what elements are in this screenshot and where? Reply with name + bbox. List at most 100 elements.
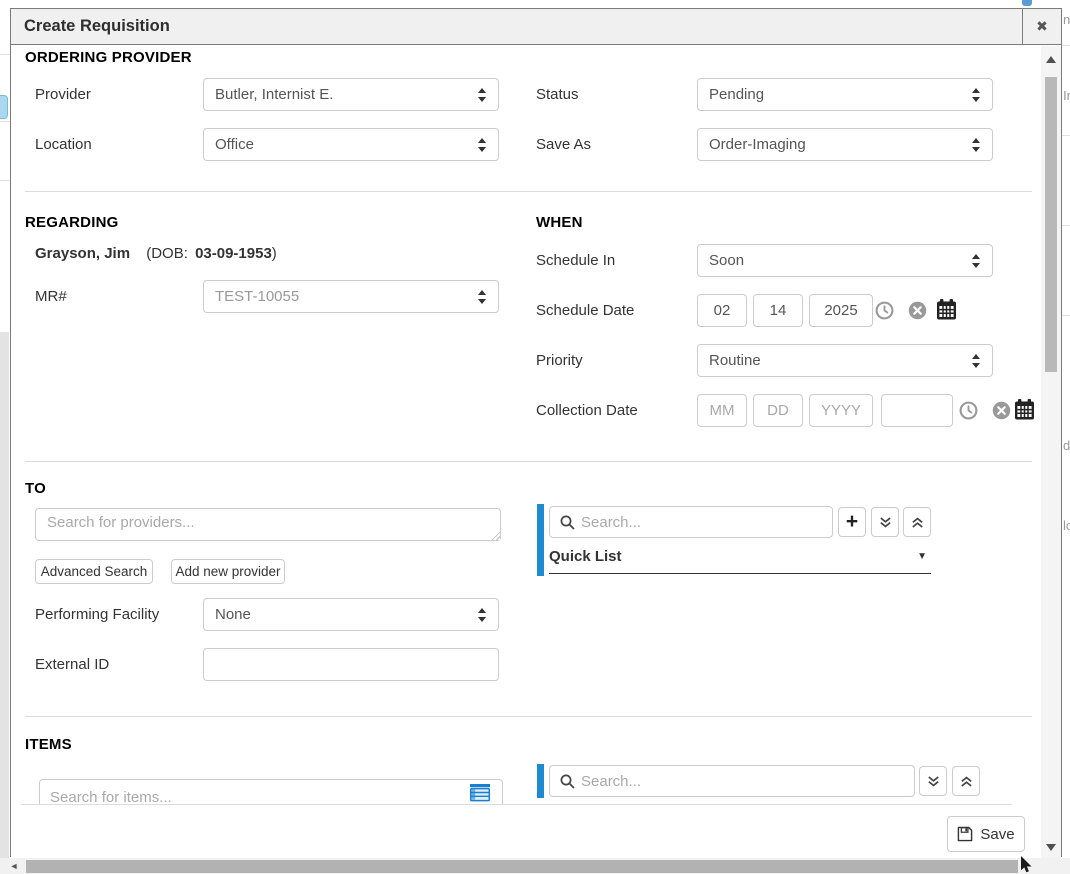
caret-down-icon: ▼ <box>917 551 927 562</box>
section-divider <box>25 191 1032 192</box>
regarding-heading: REGARDING <box>25 214 118 231</box>
advanced-search-button[interactable]: Advanced Search <box>35 559 153 584</box>
priority-select[interactable]: Routine <box>697 344 993 377</box>
save-floppy-icon <box>957 826 973 842</box>
collection-time-field[interactable] <box>881 394 953 427</box>
save-as-label: Save As <box>536 128 591 161</box>
collection-year-field[interactable] <box>809 394 873 427</box>
dob-suffix: ) <box>272 245 277 262</box>
patient-name: Grayson, Jim <box>35 245 130 262</box>
updown-caret-icon <box>478 87 487 103</box>
to-heading: TO <box>25 480 46 497</box>
mr-label: MR# <box>35 280 67 313</box>
collection-time-clock-icon[interactable] <box>959 401 978 425</box>
search-icon <box>560 774 575 789</box>
provider-select-value: Butler, Internist E. <box>215 79 333 110</box>
bg-text-fragment: d <box>1063 438 1070 453</box>
section-divider <box>25 716 1032 717</box>
schedule-in-label: Schedule In <box>536 244 615 277</box>
updown-caret-icon <box>478 607 487 623</box>
ordering-provider-heading: ORDERING PROVIDER <box>25 49 192 66</box>
provider-search-input[interactable] <box>35 508 501 541</box>
performing-facility-select[interactable]: None <box>203 598 499 631</box>
schedule-date-label: Schedule Date <box>536 294 634 327</box>
double-chevron-down-icon <box>927 775 940 788</box>
items-panel-search-input[interactable] <box>581 767 905 795</box>
updown-caret-icon <box>478 137 487 153</box>
performing-facility-value: None <box>215 599 251 630</box>
schedule-date-calendar-icon[interactable] <box>936 299 957 325</box>
provider-select[interactable]: Butler, Internist E. <box>203 78 499 111</box>
priority-value: Routine <box>709 345 761 376</box>
schedule-year-field[interactable] <box>809 294 873 327</box>
expand-all-button[interactable] <box>871 507 899 537</box>
screen: n Ir d lo ◄ Create Requisition ✖ ORDERIN… <box>0 0 1070 874</box>
bg-panel-edge <box>0 332 9 874</box>
updown-caret-icon <box>972 353 981 369</box>
collection-date-clear-icon[interactable] <box>992 401 1011 425</box>
double-chevron-down-icon <box>879 516 892 529</box>
collection-day-field[interactable] <box>753 394 803 427</box>
to-panel-search-input[interactable] <box>581 508 823 536</box>
location-label: Location <box>35 128 92 161</box>
search-icon <box>560 515 575 530</box>
double-chevron-up-icon <box>960 775 973 788</box>
scroll-down-arrow-icon[interactable] <box>1041 836 1061 858</box>
scroll-up-arrow-icon[interactable] <box>1041 48 1061 70</box>
close-icon[interactable]: ✖ <box>1022 9 1061 44</box>
dialog-title: Create Requisition <box>24 9 170 43</box>
vertical-scrollbar-thumb[interactable] <box>1045 77 1057 372</box>
bg-text-fragment: lo <box>1063 518 1070 533</box>
collection-date-calendar-icon[interactable] <box>1014 399 1035 425</box>
horizontal-scrollbar-thumb[interactable] <box>26 860 1018 873</box>
schedule-month-field[interactable] <box>697 294 747 327</box>
dob-value: 03-09-1953 <box>195 245 272 262</box>
mr-select[interactable]: TEST-10055 <box>203 280 499 313</box>
items-panel-accent-bar <box>537 764 544 798</box>
priority-label: Priority <box>536 344 583 377</box>
quick-list-header[interactable]: Quick List ▼ <box>549 548 931 568</box>
patient-summary: Grayson, Jim (DOB: 03-09-1953) <box>35 245 277 262</box>
quick-list-underline <box>549 573 931 574</box>
save-as-select[interactable]: Order-Imaging <box>697 128 993 161</box>
schedule-in-select[interactable]: Soon <box>697 244 993 277</box>
items-expand-all-button[interactable] <box>919 766 947 796</box>
bg-divider <box>0 121 10 122</box>
to-panel-accent-bar <box>537 504 544 576</box>
mr-select-value: TEST-10055 <box>215 281 299 312</box>
save-button[interactable]: Save <box>947 816 1025 852</box>
dialog-titlebar: Create Requisition ✖ <box>11 9 1061 45</box>
vertical-scrollbar[interactable] <box>1041 46 1061 858</box>
collection-month-field[interactable] <box>697 394 747 427</box>
external-id-label: External ID <box>35 648 109 681</box>
add-new-provider-button[interactable]: Add new provider <box>171 559 285 584</box>
mouse-cursor <box>1020 856 1033 874</box>
status-select-value: Pending <box>709 79 764 110</box>
schedule-day-field[interactable] <box>753 294 803 327</box>
scroll-left-arrow-icon[interactable]: ◄ <box>6 858 22 874</box>
provider-label: Provider <box>35 78 91 111</box>
collapse-all-button[interactable] <box>903 507 931 537</box>
location-select[interactable]: Office <box>203 128 499 161</box>
bg-divider <box>0 54 10 55</box>
status-select[interactable]: Pending <box>697 78 993 111</box>
items-panel-searchbox <box>549 765 915 797</box>
collection-date-label: Collection Date <box>536 394 638 427</box>
add-to-list-button[interactable]: + <box>838 507 866 537</box>
dob-prefix: (DOB: <box>146 245 188 262</box>
performing-facility-label: Performing Facility <box>35 598 159 631</box>
dialog-footer <box>11 805 1041 857</box>
schedule-in-value: Soon <box>709 245 744 276</box>
schedule-time-clock-icon[interactable] <box>875 301 894 325</box>
schedule-date-clear-icon[interactable] <box>908 301 927 325</box>
external-id-field[interactable] <box>203 648 499 681</box>
bg-divider <box>1062 225 1070 226</box>
items-collapse-all-button[interactable] <box>952 766 980 796</box>
items-heading: ITEMS <box>25 736 72 753</box>
when-heading: WHEN <box>536 214 583 231</box>
bg-divider <box>0 180 10 181</box>
updown-caret-icon <box>972 87 981 103</box>
bg-divider <box>1062 135 1070 136</box>
updown-caret-icon <box>972 137 981 153</box>
bg-text-fragment: n <box>1063 12 1070 27</box>
